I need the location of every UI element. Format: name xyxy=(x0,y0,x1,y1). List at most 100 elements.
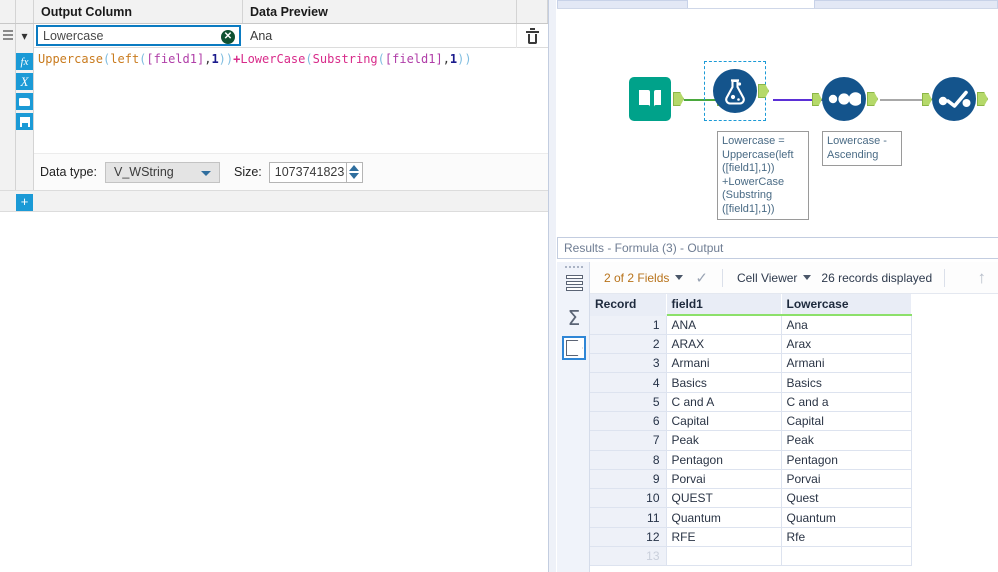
cell-lowercase[interactable] xyxy=(781,546,912,567)
output-column-input[interactable] xyxy=(43,28,213,43)
table-row[interactable]: 5C and AC and a xyxy=(590,392,912,412)
save-button[interactable] xyxy=(16,113,33,130)
chevron-down-icon[interactable]: ▾ xyxy=(16,23,34,48)
profile-view-button[interactable]: Σ xyxy=(562,306,586,330)
cell-record[interactable]: 9 xyxy=(590,469,667,490)
sort-annotation[interactable]: Lowercase - Ascending xyxy=(822,131,902,166)
cell-lowercase[interactable]: Basics xyxy=(781,372,912,393)
table-row[interactable]: 9 Porvai Porvai xyxy=(590,469,912,490)
cell-record[interactable]: 5 xyxy=(590,392,667,412)
formula-tool[interactable] xyxy=(704,61,769,121)
add-output-column-button[interactable]: + xyxy=(16,194,33,211)
cell-record[interactable]: 12 xyxy=(590,527,667,548)
cell-lowercase[interactable]: Ana xyxy=(781,315,912,335)
cell-record[interactable]: 13 xyxy=(590,546,667,567)
formula-expression[interactable]: Uppercase(left([field1],1))+LowerCase(Su… xyxy=(34,48,548,66)
cell-record[interactable]: 8 xyxy=(590,450,667,470)
function-button[interactable]: fx xyxy=(16,53,33,70)
cell-lowercase[interactable]: Rfe xyxy=(781,527,912,548)
table-row[interactable]: 8 Pentagon Pentagon xyxy=(590,450,912,470)
cell-lowercase[interactable]: Peak xyxy=(781,430,912,451)
table-row[interactable]: 1 ANA Ana xyxy=(590,315,912,335)
output-port[interactable] xyxy=(673,92,684,106)
cell-field1[interactable]: Armani xyxy=(666,353,782,374)
header-field1[interactable]: field1 xyxy=(666,294,782,316)
cell-record[interactable]: 7 xyxy=(590,430,667,451)
cell-record[interactable]: 6 xyxy=(590,411,667,432)
tab-stub-right[interactable] xyxy=(814,0,998,8)
variable-button[interactable]: X xyxy=(16,73,33,90)
table-row[interactable]: 4 Basics Basics xyxy=(590,372,912,393)
fields-selector[interactable]: 2 of 2 Fields xyxy=(604,271,684,285)
output-port[interactable] xyxy=(977,92,988,106)
clear-icon[interactable]: ✕ xyxy=(221,30,235,44)
output-column-input-box[interactable]: ✕ xyxy=(36,25,241,46)
cell-field1[interactable]: Pentagon xyxy=(666,450,782,470)
rows-view-button[interactable] xyxy=(562,272,586,296)
table-row[interactable]: 2 ARAX Arax xyxy=(590,334,912,355)
connection-sort-to-browse[interactable] xyxy=(880,99,928,101)
stepper-down-icon[interactable] xyxy=(349,173,360,179)
table-row[interactable]: 6 Capital Capital xyxy=(590,411,912,432)
output-port[interactable] xyxy=(867,92,878,106)
cell-record[interactable]: 4 xyxy=(590,372,667,393)
stepper-up-icon[interactable] xyxy=(349,165,360,171)
tab-stub-left[interactable] xyxy=(557,0,688,8)
sort-tool[interactable] xyxy=(822,77,878,121)
cell-field1[interactable]: ARAX xyxy=(666,334,782,355)
cell-lowercase[interactable]: Pentagon xyxy=(781,450,912,470)
formula-annotation[interactable]: Lowercase = Uppercase(left ([field1],1)) +L… xyxy=(717,131,809,220)
input-data-tool[interactable] xyxy=(629,77,684,121)
input-port-browse[interactable] xyxy=(922,93,932,106)
cell-field1[interactable]: RFE xyxy=(666,527,782,548)
data-type-select[interactable]: V_WString xyxy=(104,161,220,183)
drag-handle-icon[interactable] xyxy=(0,23,16,48)
output-port[interactable] xyxy=(758,84,769,98)
workflow-canvas[interactable]: Lowercase = Uppercase(left ([field1],1)) +L… xyxy=(557,9,998,237)
cell-lowercase[interactable]: Arax xyxy=(781,334,912,355)
open-button[interactable] xyxy=(16,93,33,110)
cell-lowercase[interactable]: Armani xyxy=(781,353,912,374)
cell-field1[interactable]: Capital xyxy=(666,411,782,432)
cell-field1[interactable]: Quantum xyxy=(666,507,782,528)
cell-field1[interactable]: Porvai xyxy=(666,469,782,490)
header-record[interactable]: Record xyxy=(590,294,667,316)
table-row[interactable]: 3 Armani Armani xyxy=(590,353,912,374)
cell-record[interactable]: 2 xyxy=(590,334,667,355)
cell-field1[interactable]: Basics xyxy=(666,372,782,393)
cell-lowercase[interactable]: Porvai xyxy=(781,469,912,490)
delete-row-button[interactable] xyxy=(517,24,548,48)
table-row[interactable]: 13 xyxy=(590,546,912,567)
header-lowercase[interactable]: Lowercase xyxy=(781,294,912,316)
size-stepper[interactable] xyxy=(346,161,363,183)
metadata-view-button[interactable] xyxy=(562,336,586,360)
panel-divider[interactable] xyxy=(548,0,556,572)
input-port-sort[interactable] xyxy=(812,93,822,106)
cell-field1[interactable]: QUEST xyxy=(666,488,782,509)
table-row[interactable]: 10 QUEST Quest xyxy=(590,488,912,509)
annotation-line: +LowerCase xyxy=(722,175,785,188)
checkmark-icon-glyph xyxy=(938,90,971,108)
cell-record[interactable]: 1 xyxy=(590,315,667,335)
cell-record[interactable]: 11 xyxy=(590,507,667,528)
cell-lowercase[interactable]: C and a xyxy=(781,392,912,412)
table-row[interactable]: 11 Quantum Quantum xyxy=(590,507,912,528)
size-input[interactable]: 1073741823 xyxy=(268,161,347,183)
cell-lowercase[interactable]: Quest xyxy=(781,488,912,509)
cell-record[interactable]: 3 xyxy=(590,353,667,374)
results-table-container[interactable]: Record field1 Lowercase 1 ANA Ana 2 ARAX Arax… xyxy=(590,294,998,572)
view-mode-selector[interactable]: Cell Viewer xyxy=(737,271,812,285)
cell-field1[interactable]: Peak xyxy=(666,430,782,451)
table-row[interactable]: 12 RFE Rfe xyxy=(590,527,912,548)
arrow-up-icon[interactable]: ↑ xyxy=(978,268,987,288)
cell-field1[interactable]: ANA xyxy=(666,315,782,335)
cell-lowercase[interactable]: Quantum xyxy=(781,507,912,528)
cell-record[interactable]: 10 xyxy=(590,488,667,509)
table-row[interactable]: 7 Peak Peak xyxy=(590,430,912,451)
cell-lowercase[interactable]: Capital xyxy=(781,411,912,432)
browse-tool[interactable] xyxy=(932,77,988,121)
checkmark-icon[interactable]: ✓ xyxy=(695,269,708,287)
formula-editor[interactable]: Uppercase(left([field1],1))+LowerCase(Su… xyxy=(34,48,548,153)
cell-field1[interactable]: C and A xyxy=(666,392,782,412)
cell-field1[interactable] xyxy=(666,546,782,567)
